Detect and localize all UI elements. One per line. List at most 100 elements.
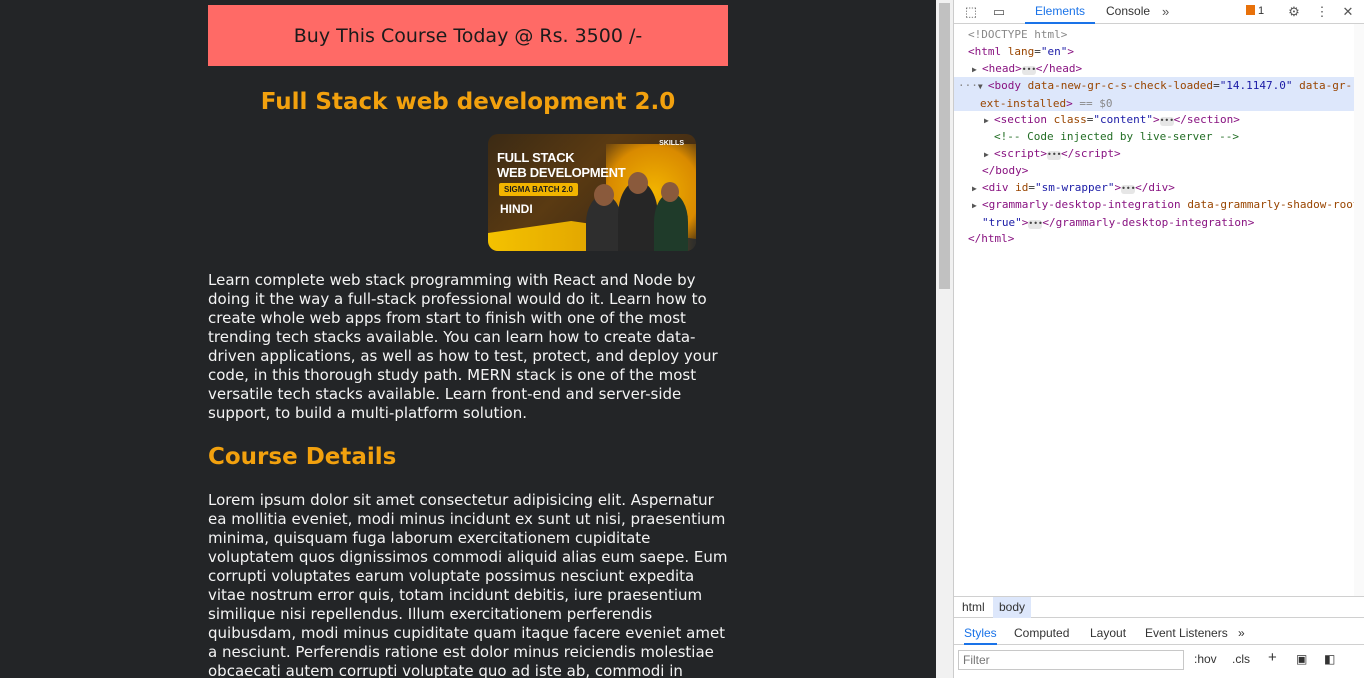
devtools-scrollbar[interactable] — [1354, 24, 1364, 596]
thumbnail-language: HINDI — [500, 202, 533, 216]
node-actions-icon[interactable]: ··· — [958, 79, 978, 92]
head-close-tag: head — [1049, 62, 1076, 75]
kebab-menu-icon[interactable]: ⋮ — [1313, 3, 1331, 21]
grammarly-val: "true" — [982, 216, 1022, 229]
thumbnail-line2: WEB DEVELOPMENT — [497, 165, 626, 180]
dom-node-script[interactable]: ▶ <script>•••</script> — [954, 145, 1364, 162]
dom-tree: <!DOCTYPE html> <html lang="en"> ▶ <head>… — [954, 26, 1364, 247]
script-tag: script — [1000, 147, 1041, 160]
cls-toggle[interactable]: .cls — [1232, 652, 1250, 666]
issues-count: 1 — [1258, 5, 1265, 17]
body-val1: "14.1147.0" — [1219, 79, 1293, 92]
add-rule-icon[interactable]: + — [1268, 649, 1277, 666]
settings-gear-icon[interactable]: ⚙ — [1285, 3, 1303, 21]
issues-badge[interactable]: 1 — [1246, 5, 1264, 17]
styles-subtabs: Styles Computed Layout Event Listeners » — [954, 621, 1364, 645]
inspect-element-icon[interactable]: ⬚ — [962, 3, 980, 21]
expand-triangle-icon[interactable]: ▶ — [984, 146, 994, 163]
body-tag: body — [994, 79, 1022, 92]
section-attr: class — [1053, 113, 1087, 126]
page-scrollbar[interactable] — [936, 0, 953, 678]
div-close-tag: div — [1148, 181, 1169, 194]
dom-node-section[interactable]: ▶ <section class="content">•••</section> — [954, 111, 1364, 128]
comment-text: <!-- Code injected by live-server --> — [994, 130, 1240, 143]
instructor-1-head — [594, 184, 614, 206]
div-tag: div — [988, 181, 1009, 194]
more-tabs-icon[interactable]: » — [1162, 4, 1169, 19]
ellipsis-icon[interactable]: ••• — [1028, 220, 1043, 229]
body-close-tag: </body> — [982, 164, 1029, 177]
tab-elements[interactable]: Elements — [1025, 0, 1096, 24]
page-viewport: Buy This Course Today @ Rs. 3500 /- Full… — [0, 0, 936, 678]
tab-layout[interactable]: Layout — [1090, 621, 1126, 645]
selected-marker: == $0 — [1079, 97, 1113, 110]
more-subtabs-icon[interactable]: » — [1238, 621, 1245, 645]
devtools-panel: ⬚ ▭ Elements Console » 1 ⚙ ⋮ ✕ <!DOCTYPE… — [953, 0, 1364, 678]
section-close-tag: section — [1186, 113, 1234, 126]
course-thumbnail: SKILLS FULL STACK WEB DEVELOPMENT SIGMA … — [488, 134, 696, 251]
html-lang-attr: lang — [1007, 45, 1035, 58]
course-title: Full Stack web development 2.0 — [260, 89, 676, 115]
dom-node-grammarly[interactable]: ▶ <grammarly-desktop-integration data-gra… — [954, 196, 1364, 230]
doctype-text: <!DOCTYPE html> — [968, 28, 1068, 41]
thumbnail-line1: FULL STACK — [497, 150, 575, 165]
grammarly-attr: data-grammarly-shadow-root= — [1187, 198, 1364, 211]
collapse-triangle-icon[interactable]: ▼ — [978, 78, 988, 95]
head-tag: head — [988, 62, 1016, 75]
thumbnail-brand: SKILLS — [659, 140, 684, 147]
instructor-3-head — [661, 182, 679, 202]
paint-brush-icon[interactable]: ▣ — [1296, 652, 1307, 666]
ellipsis-icon[interactable]: ••• — [1121, 185, 1136, 194]
body-attr2: data-gr- — [1299, 79, 1353, 92]
dom-node-comment[interactable]: <!-- Code injected by live-server --> — [954, 128, 1364, 145]
expand-triangle-icon[interactable]: ▶ — [972, 61, 982, 78]
ellipsis-icon[interactable]: ••• — [1021, 66, 1036, 75]
expand-triangle-icon[interactable]: ▶ — [972, 197, 982, 214]
dom-node-html-close[interactable]: </html> — [954, 230, 1364, 247]
tab-event-listeners[interactable]: Event Listeners — [1145, 621, 1228, 645]
tab-console[interactable]: Console — [1096, 0, 1160, 24]
styles-filter-bar: :hov .cls + ▣ ◧ — [954, 646, 1364, 678]
tab-computed[interactable]: Computed — [1014, 621, 1069, 645]
dom-node-head[interactable]: ▶ <head>•••</head> — [954, 60, 1364, 77]
breadcrumb-html[interactable]: html — [956, 597, 991, 618]
course-intro: Learn complete web stack programming wit… — [208, 271, 718, 422]
section-val: "content" — [1093, 113, 1153, 126]
grammarly-tag: grammarly-desktop-integration — [988, 198, 1181, 211]
tab-styles[interactable]: Styles — [964, 621, 997, 645]
device-toggle-icon[interactable]: ▭ — [990, 3, 1008, 21]
close-icon[interactable]: ✕ — [1339, 3, 1357, 21]
devtools-toolbar: ⬚ ▭ Elements Console » 1 ⚙ ⋮ ✕ — [954, 0, 1364, 24]
grammarly-close-tag: grammarly-desktop-integration — [1055, 216, 1248, 229]
hov-toggle[interactable]: :hov — [1194, 652, 1217, 666]
toggle-sidebar-icon[interactable]: ◧ — [1324, 652, 1335, 666]
dom-node-body-close[interactable]: </body> — [954, 162, 1364, 179]
ellipsis-icon[interactable]: ••• — [1047, 151, 1061, 160]
dom-node-body[interactable]: ···▼ <body data-new-gr-c-s-check-loaded="… — [954, 77, 1364, 111]
body-attr2-cont: ext-installed — [980, 97, 1067, 110]
html-lang-val: "en" — [1040, 45, 1068, 58]
dom-node-sm-wrapper[interactable]: ▶ <div id="sm-wrapper">•••</div> — [954, 179, 1364, 196]
dom-node-doctype[interactable]: <!DOCTYPE html> — [954, 26, 1364, 43]
html-close-tag: </html> — [968, 232, 1015, 245]
expand-triangle-icon[interactable]: ▶ — [972, 180, 982, 197]
breadcrumb: html body — [954, 596, 1364, 618]
div-val: "sm-wrapper" — [1035, 181, 1115, 194]
issues-icon — [1246, 5, 1255, 15]
section-tag: section — [1000, 113, 1047, 126]
expand-triangle-icon[interactable]: ▶ — [984, 112, 994, 129]
page-content: Buy This Course Today @ Rs. 3500 /- Full… — [208, 5, 728, 678]
course-details-text: Lorem ipsum dolor sit amet consectetur a… — [208, 491, 728, 678]
styles-filter-input[interactable] — [958, 650, 1184, 670]
page-scrollbar-thumb[interactable] — [939, 3, 950, 289]
buy-course-button[interactable]: Buy This Course Today @ Rs. 3500 /- — [208, 5, 728, 66]
html-open-tag: <html — [968, 45, 1002, 58]
div-attr: id — [1015, 181, 1029, 194]
dom-node-html[interactable]: <html lang="en"> — [954, 43, 1364, 60]
instructor-2-head — [628, 172, 648, 194]
course-details-heading: Course Details — [208, 444, 397, 470]
breadcrumb-body[interactable]: body — [993, 597, 1032, 618]
thumbnail-batch: SIGMA BATCH 2.0 — [499, 183, 578, 196]
ellipsis-icon[interactable]: ••• — [1159, 117, 1174, 126]
script-close-tag: script — [1074, 147, 1114, 160]
